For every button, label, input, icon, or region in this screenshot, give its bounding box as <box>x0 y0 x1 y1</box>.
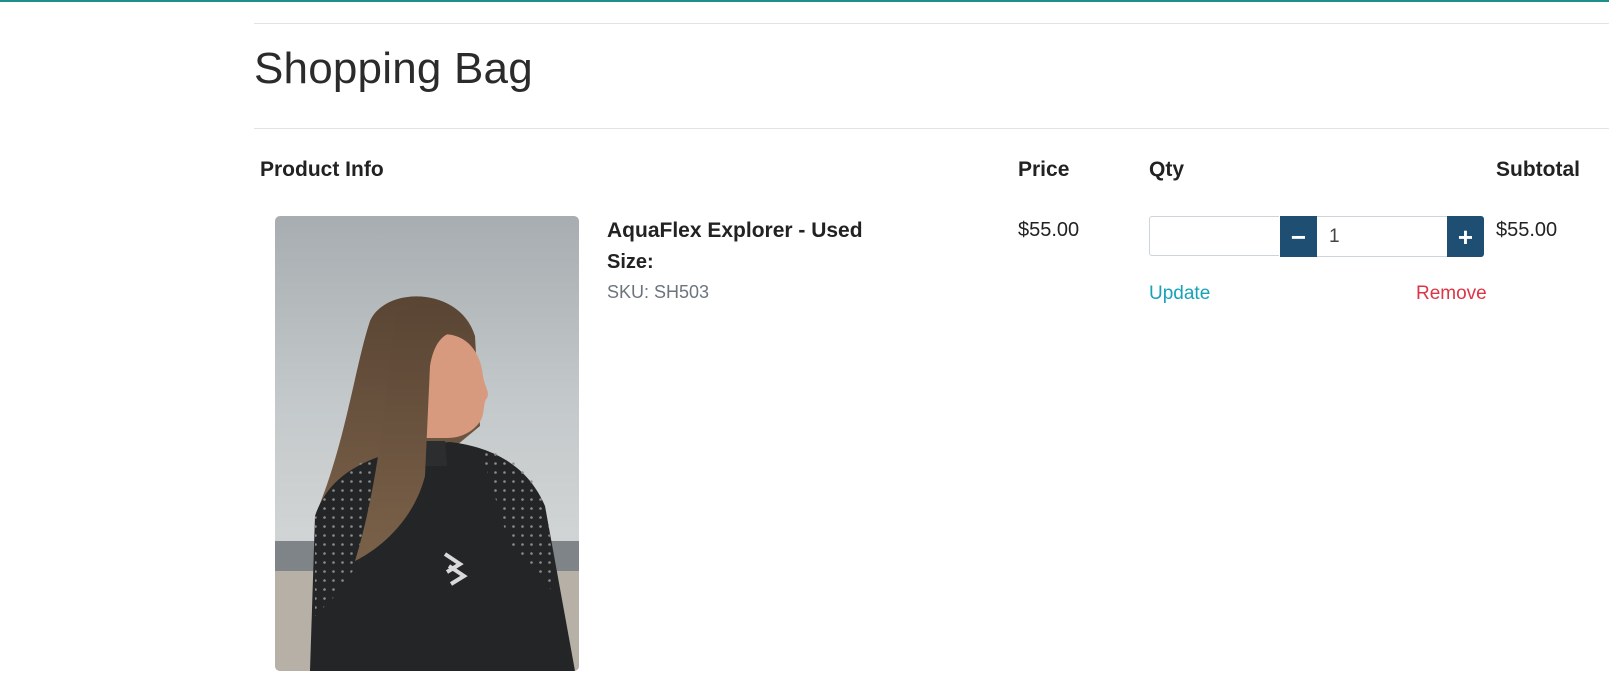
item-subtotal: $55.00 <box>1496 219 1558 241</box>
column-header-qty: Qty <box>1149 158 1185 181</box>
column-header-subtotal: Subtotal <box>1496 158 1580 181</box>
column-header-price: Price <box>1018 158 1070 181</box>
title-divider <box>254 128 1609 129</box>
product-sku: SKU: SH503 <box>607 282 710 302</box>
top-divider <box>254 23 1609 24</box>
product-size-label: Size: <box>607 251 654 273</box>
column-header-product-info: Product Info <box>260 158 384 181</box>
decrement-qty-button[interactable]: − <box>1280 216 1317 257</box>
increment-qty-button[interactable]: + <box>1447 216 1484 257</box>
remove-link[interactable]: Remove <box>1416 283 1487 305</box>
item-price: $55.00 <box>1018 219 1080 241</box>
qty-field-spacer <box>1149 216 1279 256</box>
top-accent-bar <box>0 0 1609 2</box>
update-link[interactable]: Update <box>1149 283 1210 305</box>
product-name[interactable]: AquaFlex Explorer - Used <box>607 219 863 243</box>
plus-icon: + <box>1457 221 1474 252</box>
page-title: Shopping Bag <box>254 44 533 93</box>
wetsuit-product-photo <box>275 296 579 671</box>
minus-icon: − <box>1290 221 1307 252</box>
quantity-input[interactable] <box>1317 216 1447 257</box>
product-image[interactable] <box>275 216 579 671</box>
